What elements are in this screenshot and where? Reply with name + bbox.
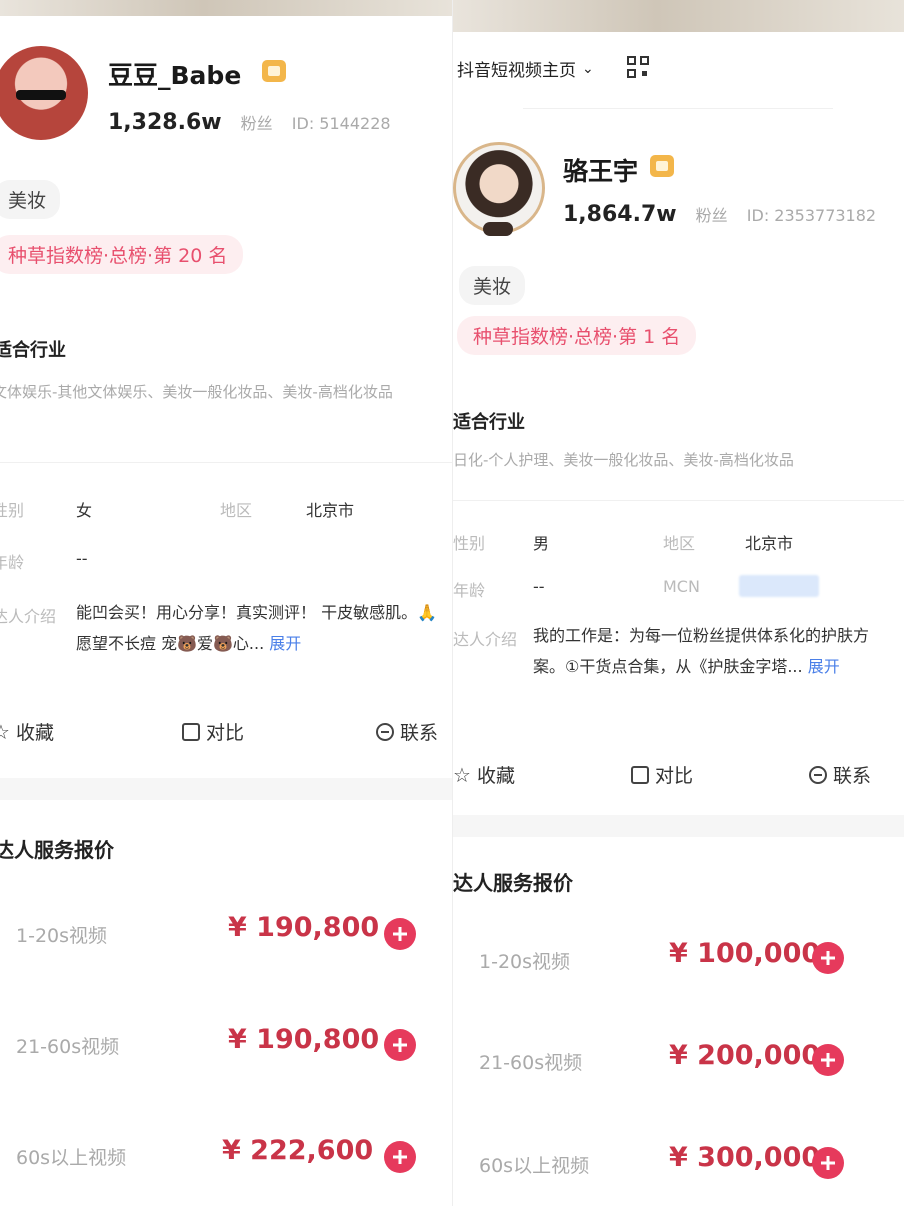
cover-image <box>453 0 904 32</box>
contact-button[interactable]: 联系 <box>376 718 438 745</box>
price-value: ¥ 300,000 <box>669 1142 821 1173</box>
price-value: ¥ 190,800 <box>228 912 380 943</box>
right-profile-panel: 抖音短视频主页 ⌄ 骆王宇 1,864.7w 粉丝 ID: 2353773182… <box>452 0 904 1206</box>
avatar[interactable] <box>0 46 88 140</box>
category-tag: 美妆 <box>459 266 526 305</box>
contact-button[interactable]: 联系 <box>809 761 871 788</box>
price-value: ¥ 100,000 <box>669 938 821 969</box>
industry-text: 文体娱乐-其他文体娱乐、美妆一般化妆品、美妆-高档化妆品 <box>0 383 393 401</box>
profile-name: 骆王宇 <box>563 157 639 186</box>
compare-label: 对比 <box>206 722 245 744</box>
age-label: 年龄 <box>453 581 486 600</box>
price-value: ¥ 200,000 <box>669 1040 821 1071</box>
pricing-title: 达人服务报价 <box>0 838 114 862</box>
compare-button[interactable]: 对比 <box>631 761 693 788</box>
price-label: 1-20s视频 <box>479 951 571 973</box>
pricing-title: 达人服务报价 <box>453 871 573 895</box>
avatar[interactable] <box>453 142 545 234</box>
price-value: ¥ 222,600 <box>222 1135 374 1166</box>
user-id: ID: 2353773182 <box>746 206 877 225</box>
industry-title: 适合行业 <box>0 340 66 361</box>
rank-badge[interactable]: 种草指数榜·总榜·第 1 名 <box>457 316 697 355</box>
category-tag: 美妆 <box>0 180 61 219</box>
intro-label: 达人介绍 <box>453 630 518 649</box>
price-label: 60s以上视频 <box>16 1147 127 1169</box>
compare-label: 对比 <box>655 765 694 787</box>
plus-icon[interactable] <box>384 918 416 950</box>
industry-text: 日化-个人护理、美妆一般化妆品、美妆-高档化妆品 <box>453 451 794 469</box>
price-label: 1-20s视频 <box>16 925 108 947</box>
collect-label: 收藏 <box>15 722 54 744</box>
section-divider <box>453 815 904 837</box>
chevron-down-icon: ⌄ <box>582 60 594 77</box>
region-value: 北京市 <box>745 534 794 553</box>
intro-label: 达人介绍 <box>0 607 57 626</box>
plus-icon[interactable] <box>812 1044 844 1076</box>
price-value: ¥ 190,800 <box>228 1024 380 1055</box>
divider-line <box>453 500 904 501</box>
gender-value: 男 <box>533 534 550 553</box>
star-icon: ☆ <box>0 719 10 744</box>
intro-block: 我的工作是：为每一位粉丝提供体系化的护肤方案。①干货点合集，从《护肤金字塔...… <box>533 620 873 682</box>
intro-text: 能凹会买！用心分享！真实测评！ 干皮敏感肌。🙏愿望不长痘 宠🐻爱🐻心... <box>76 603 438 653</box>
contact-label: 联系 <box>833 765 872 787</box>
price-label: 21-60s视频 <box>16 1036 120 1058</box>
contact-label: 联系 <box>400 722 439 744</box>
chat-icon <box>809 765 827 784</box>
region-label: 地区 <box>220 501 253 520</box>
fans-count: 1,864.7w <box>563 202 677 227</box>
sunglasses-graphic <box>16 90 66 100</box>
age-value: -- <box>76 549 88 568</box>
plus-icon[interactable] <box>812 942 844 974</box>
fans-row: 1,328.6w 粉丝 ID: 5144228 <box>108 110 391 135</box>
star-icon: ☆ <box>453 762 471 787</box>
mcn-value-redacted <box>739 575 819 597</box>
price-label: 21-60s视频 <box>479 1052 583 1074</box>
compare-icon <box>182 722 200 741</box>
user-id: ID: 5144228 <box>291 114 391 133</box>
region-value: 北京市 <box>306 501 355 520</box>
vip-badge-icon <box>262 60 286 82</box>
platform-switch[interactable]: 抖音短视频主页 ⌄ <box>457 56 594 82</box>
live-badge <box>483 222 513 236</box>
plus-icon[interactable] <box>384 1029 416 1061</box>
vip-badge-icon <box>650 155 674 177</box>
collect-button[interactable]: ☆ 收藏 <box>0 718 54 745</box>
fans-label: 粉丝 <box>240 114 273 133</box>
intro-block: 能凹会买！用心分享！真实测评！ 干皮敏感肌。🙏愿望不长痘 宠🐻爱🐻心... 展开 <box>76 597 448 659</box>
fans-count: 1,328.6w <box>108 110 222 135</box>
plus-icon[interactable] <box>812 1147 844 1179</box>
divider-line <box>0 462 452 463</box>
chat-icon <box>376 722 394 741</box>
collect-label: 收藏 <box>476 765 515 787</box>
section-divider <box>0 778 452 800</box>
compare-button[interactable]: 对比 <box>182 718 244 745</box>
gender-label: 性别 <box>0 501 25 520</box>
price-label: 60s以上视频 <box>479 1155 590 1177</box>
expand-link[interactable]: 展开 <box>808 657 840 676</box>
rank-badge[interactable]: 种草指数榜·总榜·第 20 名 <box>0 235 244 274</box>
fans-label: 粉丝 <box>695 206 728 225</box>
cover-image <box>0 0 452 16</box>
gender-label: 性别 <box>453 534 486 553</box>
gender-value: 女 <box>76 501 93 520</box>
left-profile-panel: 豆豆_Babe 1,328.6w 粉丝 ID: 5144228 美妆 种草指数榜… <box>0 0 452 1206</box>
plus-icon[interactable] <box>384 1141 416 1173</box>
age-value: -- <box>533 577 545 596</box>
region-label: 地区 <box>663 534 696 553</box>
profile-name: 豆豆_Babe <box>108 61 242 90</box>
qr-code-icon[interactable] <box>627 56 651 80</box>
expand-link[interactable]: 展开 <box>269 634 301 653</box>
fans-row: 1,864.7w 粉丝 ID: 2353773182 <box>563 202 876 227</box>
compare-icon <box>631 765 649 784</box>
age-label: 年龄 <box>0 553 25 572</box>
nav-title: 抖音短视频主页 <box>457 61 576 81</box>
collect-button[interactable]: ☆ 收藏 <box>453 761 515 788</box>
divider-line <box>523 108 833 109</box>
industry-title: 适合行业 <box>453 412 525 433</box>
mcn-label: MCN <box>663 577 700 596</box>
